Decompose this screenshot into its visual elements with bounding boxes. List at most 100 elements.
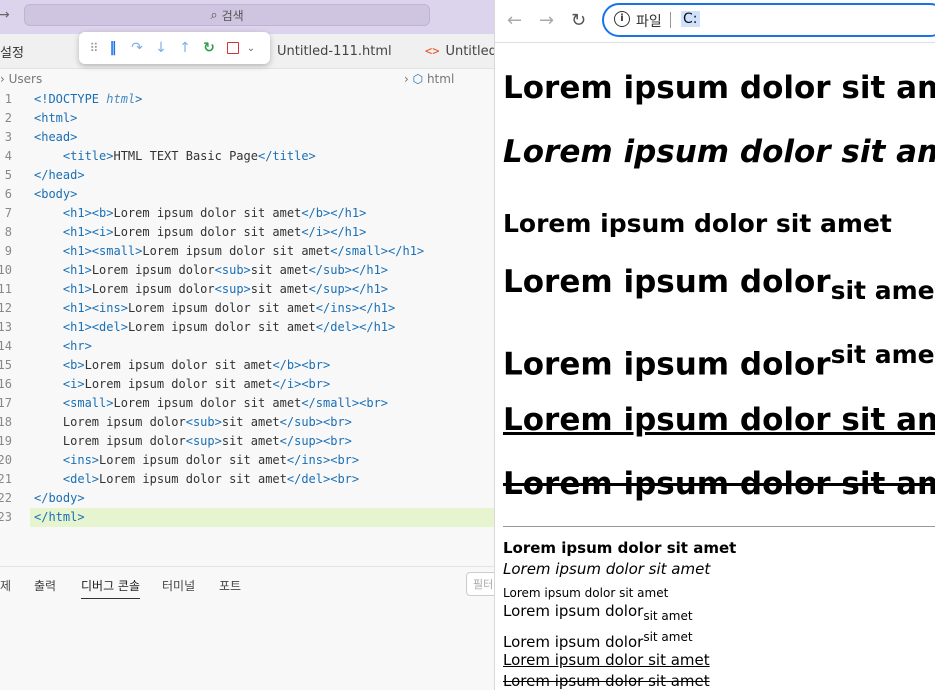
horizontal-rule xyxy=(503,526,935,527)
code-line[interactable]: 3 <head> xyxy=(0,128,494,147)
line-number: 2 xyxy=(4,111,12,125)
heading-italic: Lorem ipsum dolor sit amet xyxy=(503,134,935,170)
code-text: <h1><del>Lorem ipsum dolor sit amet</del… xyxy=(62,320,396,334)
panel-tab-problems[interactable]: 제 xyxy=(0,577,11,594)
code-text: <h1><small>Lorem ipsum dolor sit amet</s… xyxy=(62,244,425,258)
code-line[interactable]: 13 <h1><del>Lorem ipsum dolor sit amet</… xyxy=(0,318,494,337)
step-into-icon[interactable]: ↓ xyxy=(149,36,173,60)
address-bar[interactable]: i 파일 C: xyxy=(602,3,935,37)
code-line[interactable]: 8 <h1><i>Lorem ipsum dolor sit amet</i><… xyxy=(0,223,494,242)
step-over-icon[interactable]: ↷ xyxy=(125,36,149,60)
line-number: 22 xyxy=(0,491,12,505)
line-number: 14 xyxy=(0,339,12,353)
back-arrow-icon[interactable]: → xyxy=(0,7,10,23)
code-area[interactable]: 1 <!DOCTYPE html> 2 <html> 3 <head> 4 <title>H… xyxy=(0,90,494,550)
tab-settings[interactable]: 설정 xyxy=(0,42,24,61)
code-line[interactable]: 2 <html> xyxy=(0,109,494,128)
code-line[interactable]: 7 <h1><b>Lorem ipsum dolor sit amet</b><… xyxy=(0,204,494,223)
code-line[interactable]: 6 <body> xyxy=(0,185,494,204)
code-line[interactable]: 12 <h1><ins>Lorem ipsum dolor sit amet</… xyxy=(0,299,494,318)
panel-tab-debug-console[interactable]: 디버그 콘솔 xyxy=(81,577,141,599)
breadcrumb-folder[interactable]: › Users xyxy=(0,72,42,86)
breadcrumb-folder-label: Users xyxy=(8,72,43,86)
breadcrumb: › Users › ⬡ html xyxy=(0,70,494,90)
stop-button[interactable] xyxy=(221,36,245,60)
code-text: </head> xyxy=(34,168,85,182)
editor-tab-label: Untitled-111.html xyxy=(277,43,392,59)
code-line[interactable]: 1 <!DOCTYPE html> xyxy=(0,90,494,109)
line-number: 1 xyxy=(4,92,12,106)
heading-ins-text: Lorem ipsum dolor sit amet xyxy=(503,402,935,438)
code-line[interactable]: 18 Lorem ipsum dolor<sub>sit amet</sub><… xyxy=(0,413,494,432)
heading-sup-text: sit amet xyxy=(830,340,935,369)
reload-icon[interactable]: ↻ xyxy=(571,10,586,31)
line-number: 7 xyxy=(4,206,12,220)
cube-icon: ⬡ xyxy=(412,72,424,86)
code-text: <h1>Lorem ipsum dolor<sup>sit amet</sup>… xyxy=(62,282,389,296)
code-text: <i>Lorem ipsum dolor sit amet</i><br> xyxy=(62,377,331,391)
chevron-down-icon[interactable]: ⌄ xyxy=(245,36,257,60)
drag-handle-icon[interactable]: ⠿ xyxy=(87,36,101,60)
line-number: 6 xyxy=(4,187,12,201)
heading-small-text: Lorem ipsum dolor sit amet xyxy=(503,209,892,238)
panel-tab-terminal[interactable]: 터미널 xyxy=(162,577,195,594)
code-editor: → ⌕ 검색 설정 Untitled-111.html <> Untitled-… xyxy=(0,0,494,690)
code-line[interactable]: 19 Lorem ipsum dolor<sup>sit amet</sup><… xyxy=(0,432,494,451)
back-icon[interactable]: ← xyxy=(507,10,522,31)
restart-icon[interactable]: ↻ xyxy=(197,36,221,60)
line-bold: Lorem ipsum dolor sit amet xyxy=(503,539,736,557)
code-text: <h1><b>Lorem ipsum dolor sit amet</b></h… xyxy=(62,206,367,220)
heading-deleted: Lorem ipsum dolor sit amet xyxy=(503,466,935,502)
line-number: 23 xyxy=(0,510,12,524)
forward-icon[interactable]: → xyxy=(539,10,554,31)
tab-untitled-111[interactable]: Untitled-111.html xyxy=(277,34,392,68)
line-italic: Lorem ipsum dolor sit amet xyxy=(503,560,710,578)
line-number: 17 xyxy=(0,396,12,410)
code-line[interactable]: 21 <del>Lorem ipsum dolor sit amet</del>… xyxy=(0,470,494,489)
line-number: 13 xyxy=(0,320,12,334)
info-icon[interactable]: i xyxy=(614,11,630,27)
search-icon: ⌕ xyxy=(210,7,218,23)
line-number: 11 xyxy=(0,282,12,296)
code-line[interactable]: 15 <b>Lorem ipsum dolor sit amet</b><br> xyxy=(0,356,494,375)
line-italic-text: Lorem ipsum dolor sit amet xyxy=(503,560,711,578)
code-line[interactable]: 5 </head> xyxy=(0,166,494,185)
code-line[interactable]: 10 <h1>Lorem ipsum dolor<sub>sit amet</s… xyxy=(0,261,494,280)
code-text: <body> xyxy=(34,187,78,201)
bottom-panel: 제 출력 디버그 콘솔 터미널 포트 필터 xyxy=(0,566,494,690)
panel-tab-output[interactable]: 출력 xyxy=(34,577,56,594)
heading-del-text: Lorem ipsum dolor sit amet xyxy=(503,466,935,502)
code-text: <ins>Lorem ipsum dolor sit amet</ins><br… xyxy=(62,453,360,467)
code-line[interactable]: 11 <h1>Lorem ipsum dolor<sup>sit amet</s… xyxy=(0,280,494,299)
code-line[interactable]: 16 <i>Lorem ipsum dolor sit amet</i><br> xyxy=(0,375,494,394)
code-line[interactable]: 22 </body> xyxy=(0,489,494,508)
code-text: <b>Lorem ipsum dolor sit amet</b><br> xyxy=(62,358,331,372)
line-sub-base: Lorem ipsum dolor xyxy=(503,602,644,620)
code-text: <head> xyxy=(34,130,78,144)
line-number: 12 xyxy=(0,301,12,315)
code-line[interactable]: 17 <small>Lorem ipsum dolor sit amet</sm… xyxy=(0,394,494,413)
pause-icon[interactable]: ‖ xyxy=(101,36,125,60)
filter-input[interactable]: 필터 xyxy=(466,572,494,596)
code-line[interactable]: 14 <hr> xyxy=(0,337,494,356)
code-text: <!DOCTYPE html> xyxy=(34,92,143,106)
panel-tab-ports[interactable]: 포트 xyxy=(219,577,241,594)
line-number: 3 xyxy=(4,130,12,144)
line-number: 8 xyxy=(4,225,12,239)
step-out-icon[interactable]: ↑ xyxy=(173,36,197,60)
heading-inserted: Lorem ipsum dolor sit amet xyxy=(503,402,935,438)
breadcrumb-file[interactable]: › ⬡ html xyxy=(404,72,454,86)
line-number: 16 xyxy=(0,377,12,391)
line-sup-text: sit amet xyxy=(643,630,693,644)
code-line[interactable]: 23 </html> xyxy=(0,508,494,527)
editor-tab-label: Untitled- xyxy=(445,43,494,59)
code-line[interactable]: 4 <title>HTML TEXT Basic Page</title> xyxy=(0,147,494,166)
url-text[interactable]: C: xyxy=(681,11,700,27)
code-text: Lorem ipsum dolor<sup>sit amet</sup><br> xyxy=(34,434,352,448)
breadcrumb-file-label: html xyxy=(426,72,455,86)
heading-italic-text: Lorem ipsum dolor sit amet xyxy=(503,134,935,170)
tab-untitled-2[interactable]: <> Untitled- xyxy=(425,34,494,68)
code-line[interactable]: 20 <ins>Lorem ipsum dolor sit amet</ins>… xyxy=(0,451,494,470)
command-center-search[interactable]: ⌕ 검색 xyxy=(24,4,430,26)
code-line[interactable]: 9 <h1><small>Lorem ipsum dolor sit amet<… xyxy=(0,242,494,261)
